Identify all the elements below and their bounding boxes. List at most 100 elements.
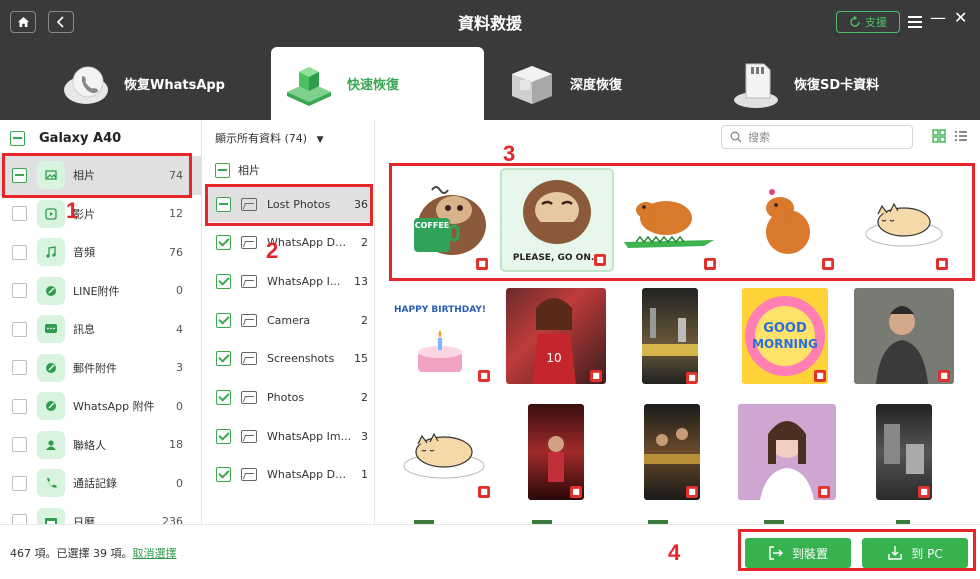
photo-thumb[interactable]: ■: [642, 288, 698, 384]
folder-checkbox[interactable]: [216, 312, 231, 328]
line-attachment-icon: [37, 276, 65, 305]
folder-name: Screenshots: [267, 352, 335, 366]
folder-checkbox[interactable]: [216, 428, 231, 444]
photo-thumb[interactable]: HAPPY BIRTHDAY! ■: [392, 288, 502, 388]
delete-badge-icon: ■: [822, 258, 834, 270]
category-checkbox[interactable]: [12, 206, 27, 222]
minimize-button[interactable]: —: [930, 8, 946, 27]
category-count: 74: [169, 168, 183, 182]
search-placeholder: 搜索: [748, 131, 770, 144]
data-recovery-app: 資料救援 支援 — ✕ 恢复WhatsApp 快速恢復 深度恢復 恢復SD卡資料: [0, 0, 980, 579]
image-folder-icon: [241, 236, 257, 250]
folder-item[interactable]: Lost Photos 36: [206, 186, 372, 222]
list-view-icon[interactable]: [954, 129, 968, 143]
tab-deep-recovery[interactable]: 深度恢復: [506, 47, 706, 120]
category-count: 12: [169, 207, 183, 221]
search-input[interactable]: 搜索: [721, 125, 913, 149]
category-checkbox[interactable]: [12, 475, 27, 491]
image-folder-icon: [241, 274, 257, 288]
folder-checkbox[interactable]: [216, 196, 231, 212]
category-count: 3: [176, 361, 183, 375]
folder-item[interactable]: WhatsApp Do... 1: [206, 457, 372, 493]
category-checkbox[interactable]: [12, 398, 27, 414]
video-icon: [37, 199, 65, 228]
sidebar-item-mail-attachment[interactable]: 郵件附件 3: [0, 349, 201, 388]
delete-badge-icon: ■: [918, 486, 930, 498]
close-button[interactable]: ✕: [954, 8, 967, 27]
image-folder-icon: [241, 197, 257, 211]
photo-thumb[interactable]: GOOD MORNING ■: [742, 288, 828, 384]
photo-thumb[interactable]: ■: [644, 404, 700, 500]
category-count: 0: [176, 399, 183, 413]
title-bar: 資料救援 支援 — ✕ 恢复WhatsApp 快速恢復 深度恢復 恢復SD卡資料: [0, 0, 980, 120]
svg-text:10: 10: [546, 351, 561, 365]
photo-thumb[interactable]: ■: [736, 170, 846, 270]
delete-badge-icon: ■: [686, 486, 698, 498]
support-button[interactable]: 支援: [836, 11, 900, 33]
delete-badge-icon: ■: [936, 258, 948, 270]
tab-quick-recovery[interactable]: 快速恢復: [271, 47, 484, 120]
category-checkbox[interactable]: [12, 283, 27, 299]
photo-thumb[interactable]: ■: [528, 404, 584, 500]
contacts-icon: [37, 430, 65, 459]
filter-dropdown[interactable]: 顯示所有資料 (74) ▼: [215, 130, 324, 146]
photo-thumb[interactable]: ■: [876, 404, 932, 500]
category-label: 相片: [73, 169, 95, 183]
folder-item[interactable]: Photos 2: [206, 380, 372, 416]
category-checkbox[interactable]: [12, 437, 27, 453]
menu-icon[interactable]: [908, 16, 922, 28]
recover-to-device-button[interactable]: 到裝置: [745, 538, 851, 568]
sidebar-item-photo[interactable]: 相片 74: [0, 156, 201, 195]
folder-group-header[interactable]: 相片: [215, 162, 260, 178]
to-device-label: 到裝置: [791, 546, 828, 561]
folder-checkbox[interactable]: [216, 235, 231, 251]
annotation-number-1: 1: [66, 198, 79, 223]
folder-item[interactable]: WhatsApp Do... 2: [206, 225, 372, 261]
photo-thumb[interactable]: ■: [854, 288, 954, 384]
folder-checkbox[interactable]: [216, 351, 231, 367]
sidebar-item-music[interactable]: 音頻 76: [0, 233, 201, 272]
tab-sd-card-recovery[interactable]: 恢復SD卡資料: [730, 47, 950, 120]
delete-badge-icon: ■: [686, 372, 698, 384]
photo-thumb[interactable]: PLEASE, GO ON... ■: [500, 168, 614, 272]
folder-item[interactable]: Camera 2: [206, 302, 372, 338]
category-checkbox[interactable]: [12, 321, 27, 337]
sidebar-item-whatsapp-attachment[interactable]: WhatsApp 附件 0: [0, 387, 201, 426]
tab-whatsapp-recovery[interactable]: 恢复WhatsApp: [60, 47, 260, 120]
category-checkbox[interactable]: [12, 360, 27, 376]
sidebar-item-message[interactable]: 訊息 4: [0, 310, 201, 349]
folder-item[interactable]: Screenshots 15: [206, 341, 372, 377]
deep-recovery-box-icon: [512, 65, 552, 104]
category-list: 相片 74 影片 12 音頻 76 LINE附件 0 訊息 4 郵件附件 3 WhatsApp 附件 0 聯…: [0, 156, 201, 524]
folder-count: 2: [361, 391, 368, 404]
sidebar-item-line-attachment[interactable]: LINE附件 0: [0, 272, 201, 311]
arena-crowd-photo: [642, 308, 698, 356]
grid-view-icon[interactable]: [932, 129, 946, 143]
photo-thumb[interactable]: ■: [852, 170, 962, 270]
device-checkbox[interactable]: [10, 130, 25, 146]
device-name: Galaxy A40: [39, 130, 122, 146]
folder-checkbox[interactable]: [216, 390, 231, 405]
sleeping-cat-sticker: [865, 202, 943, 247]
folder-checkbox[interactable]: [216, 273, 231, 289]
recover-to-pc-button[interactable]: 到 PC: [862, 538, 968, 568]
sidebar-item-video[interactable]: 影片 12: [0, 195, 201, 234]
photo-thumb[interactable]: COFFEE ■: [392, 170, 502, 270]
photo-thumb[interactable]: 10 ■: [506, 288, 606, 384]
category-checkbox[interactable]: [12, 244, 27, 260]
category-checkbox[interactable]: [12, 167, 27, 183]
folder-checkbox[interactable]: [216, 467, 231, 483]
sidebar-item-call-log[interactable]: 通話記錄 0: [0, 464, 201, 503]
device-row[interactable]: Galaxy A40: [0, 120, 201, 156]
category-checkbox[interactable]: [12, 514, 27, 524]
delete-badge-icon: ■: [814, 370, 826, 382]
photo-thumb[interactable]: ■: [738, 404, 836, 500]
folder-item[interactable]: WhatsApp I... 13: [206, 263, 372, 299]
photo-thumb[interactable]: ■: [616, 170, 726, 270]
deselect-link[interactable]: 取消選擇: [132, 547, 176, 560]
folder-group-checkbox[interactable]: [215, 162, 230, 178]
photo-thumb[interactable]: ■: [392, 404, 502, 504]
folder-item[interactable]: WhatsApp Im... 3: [206, 418, 372, 454]
sidebar-item-contacts[interactable]: 聯絡人 18: [0, 426, 201, 465]
sidebar-item-calendar[interactable]: 日曆 236: [0, 503, 201, 524]
